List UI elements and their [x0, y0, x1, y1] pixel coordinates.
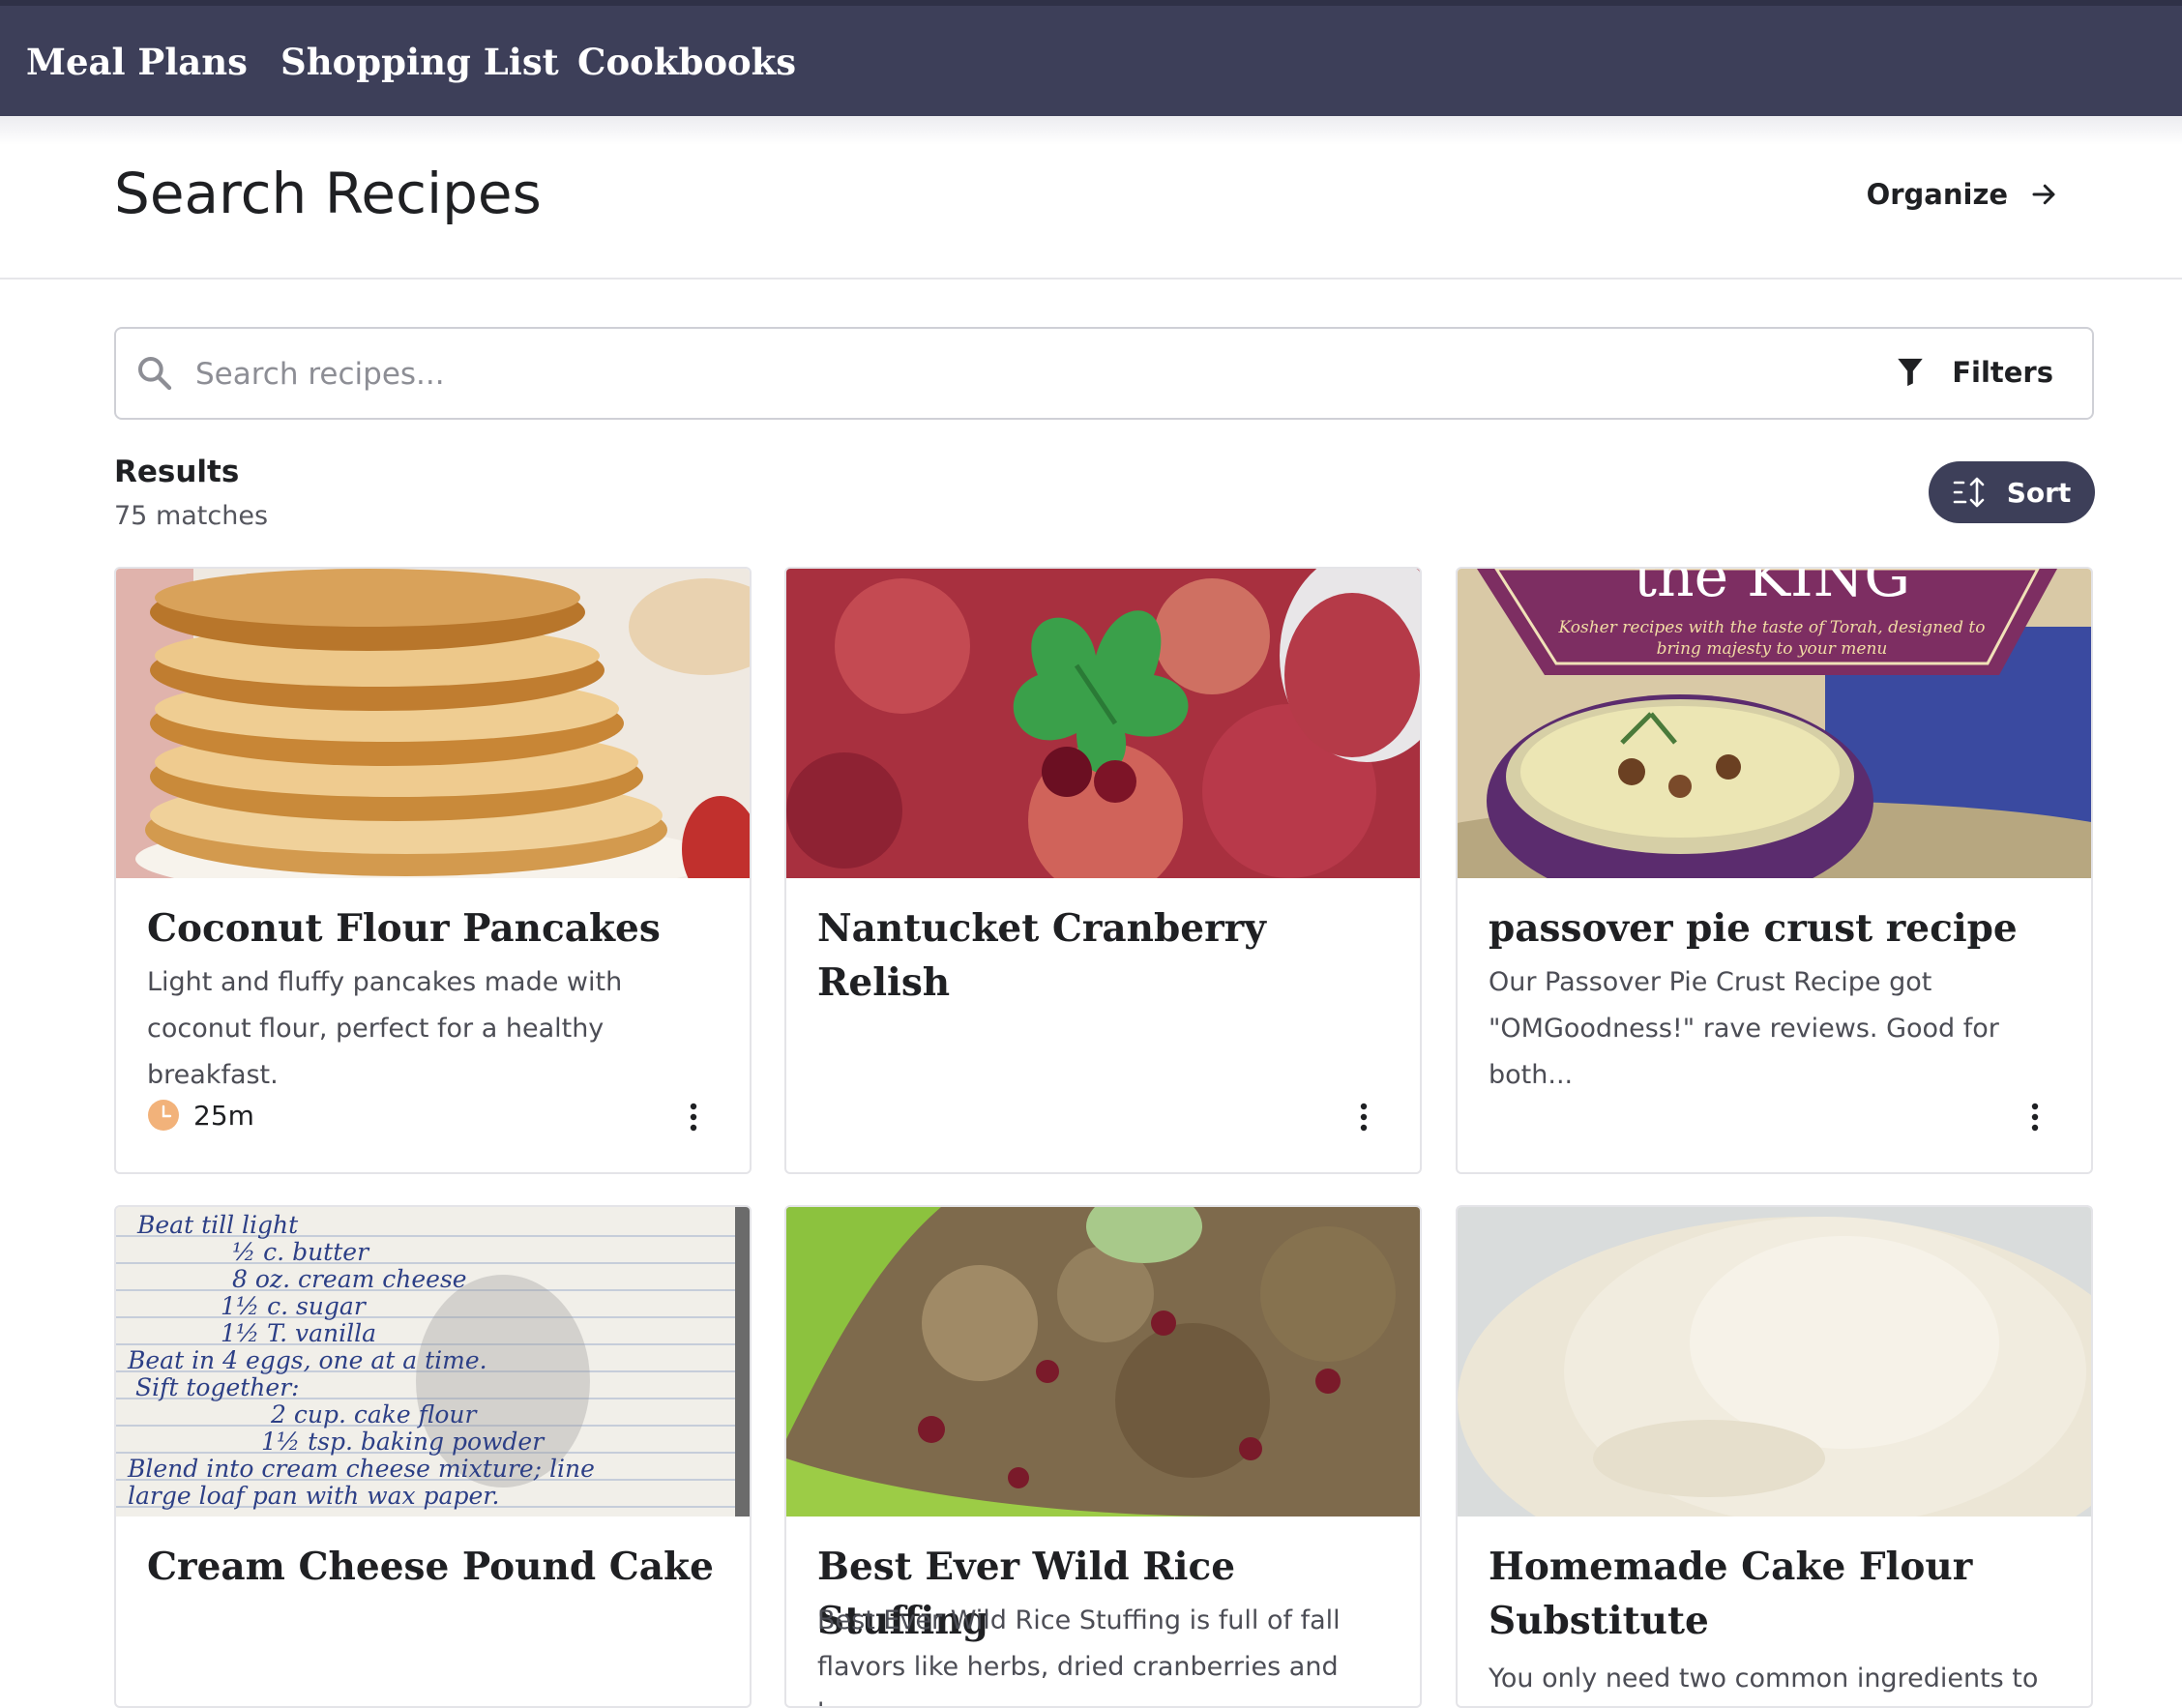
handwritten-line: large loaf pan with wax paper.	[128, 1482, 499, 1510]
recipe-description: Light and fluffy pancakes made with coco…	[147, 967, 623, 1090]
handwritten-line: 1½ T. vanilla	[221, 1319, 376, 1347]
recipe-title[interactable]: Homemade Cake Flour Substitute	[1489, 1540, 2069, 1648]
handwritten-line: Beat in 4 eggs, one at a time.	[127, 1346, 487, 1374]
recipe-card[interactable]: the KING Kosher recipes with the taste o…	[1456, 567, 2093, 1174]
recipe-card[interactable]: Coconut Flour Pancakes Light and fluffy …	[114, 567, 752, 1174]
recipe-image-wild-rice	[786, 1207, 1420, 1517]
organize-label: Organize	[1866, 178, 2008, 211]
search-icon	[138, 357, 172, 391]
filters-button[interactable]: Filters	[1896, 356, 2053, 389]
recipe-image-pancakes	[116, 569, 750, 878]
organize-button[interactable]: Organize	[1867, 178, 2058, 211]
recipe-time: 25m	[147, 1099, 254, 1132]
handwritten-line: 1½ tsp. baking powder	[261, 1428, 546, 1456]
recipe-time-label: 25m	[193, 1099, 254, 1132]
recipe-card[interactable]: Beat till light ½ c. butter 8 oz. cream …	[114, 1205, 752, 1708]
nav-meal-plans[interactable]: Meal Plans	[26, 41, 248, 83]
sort-label: Sort	[2006, 476, 2072, 509]
results-title: Results	[114, 455, 240, 489]
recipe-description: Our Passover Pie Crust Recipe got "OMGoo…	[1489, 967, 1999, 1090]
handwritten-line: 2 cup. cake flour	[270, 1400, 478, 1428]
nav-shadow	[0, 116, 2182, 145]
recipe-image-handwritten-recipe: Beat till light ½ c. butter 8 oz. cream …	[116, 1207, 750, 1517]
cookbook-heading-text: the KING	[1634, 569, 1910, 610]
handwritten-line: Beat till light	[136, 1211, 299, 1239]
recipe-card[interactable]: Best Ever Wild Rice Stuffing Best Ever W…	[784, 1205, 1422, 1708]
sort-icon	[1953, 477, 1984, 508]
more-options-icon[interactable]	[2029, 1103, 2041, 1132]
recipe-image-cookbook-cover: the KING Kosher recipes with the taste o…	[1458, 569, 2091, 878]
handwritten-line: Blend into cream cheese mixture; line	[127, 1455, 595, 1483]
handwritten-line: 1½ c. sugar	[221, 1292, 368, 1320]
handwritten-line: ½ c. butter	[232, 1238, 370, 1266]
page-title: Search Recipes	[114, 161, 542, 226]
recipe-title[interactable]: Coconut Flour Pancakes	[147, 901, 727, 956]
clock-icon	[148, 1100, 179, 1131]
recipe-image-flour	[1458, 1207, 2091, 1517]
cookbook-tagline-1: Kosher recipes with the taste of Torah, …	[1558, 618, 1986, 637]
recipe-image-cranberry-relish	[786, 569, 1420, 878]
arrow-right-icon	[2032, 184, 2055, 205]
handwritten-line: 8 oz. cream cheese	[232, 1265, 467, 1293]
funnel-icon	[1898, 358, 1923, 387]
header-divider	[0, 278, 2182, 280]
recipe-title[interactable]: Nantucket Cranberry Relish	[817, 901, 1398, 1010]
nav-cookbooks[interactable]: Cookbooks	[577, 41, 796, 83]
sort-button[interactable]: Sort	[1929, 461, 2095, 523]
filters-label: Filters	[1952, 356, 2053, 389]
cookbook-tagline-2: bring majesty to your menu	[1657, 639, 1888, 659]
recipe-title[interactable]: passover pie crust recipe	[1489, 901, 2069, 956]
top-nav: Meal Plans Shopping List Cookbooks	[0, 0, 2182, 116]
search-input[interactable]	[193, 342, 1919, 406]
recipe-description: Best Ever Wild Rice Stuffing is full of …	[817, 1605, 1341, 1706]
recipe-card[interactable]: Homemade Cake Flour Substitute You only …	[1456, 1205, 2093, 1708]
more-options-icon[interactable]	[688, 1103, 699, 1132]
recipe-description: You only need two common ingredients to …	[1489, 1664, 2039, 1693]
more-options-icon[interactable]	[1358, 1103, 1370, 1132]
search-bar: Filters	[114, 327, 2094, 420]
recipe-card[interactable]: Nantucket Cranberry Relish	[784, 567, 1422, 1174]
handwritten-line: Sift together:	[135, 1373, 300, 1401]
results-count: 75 matches	[114, 501, 269, 531]
nav-shopping-list[interactable]: Shopping List	[280, 41, 559, 83]
recipe-title[interactable]: Cream Cheese Pound Cake	[147, 1540, 727, 1594]
